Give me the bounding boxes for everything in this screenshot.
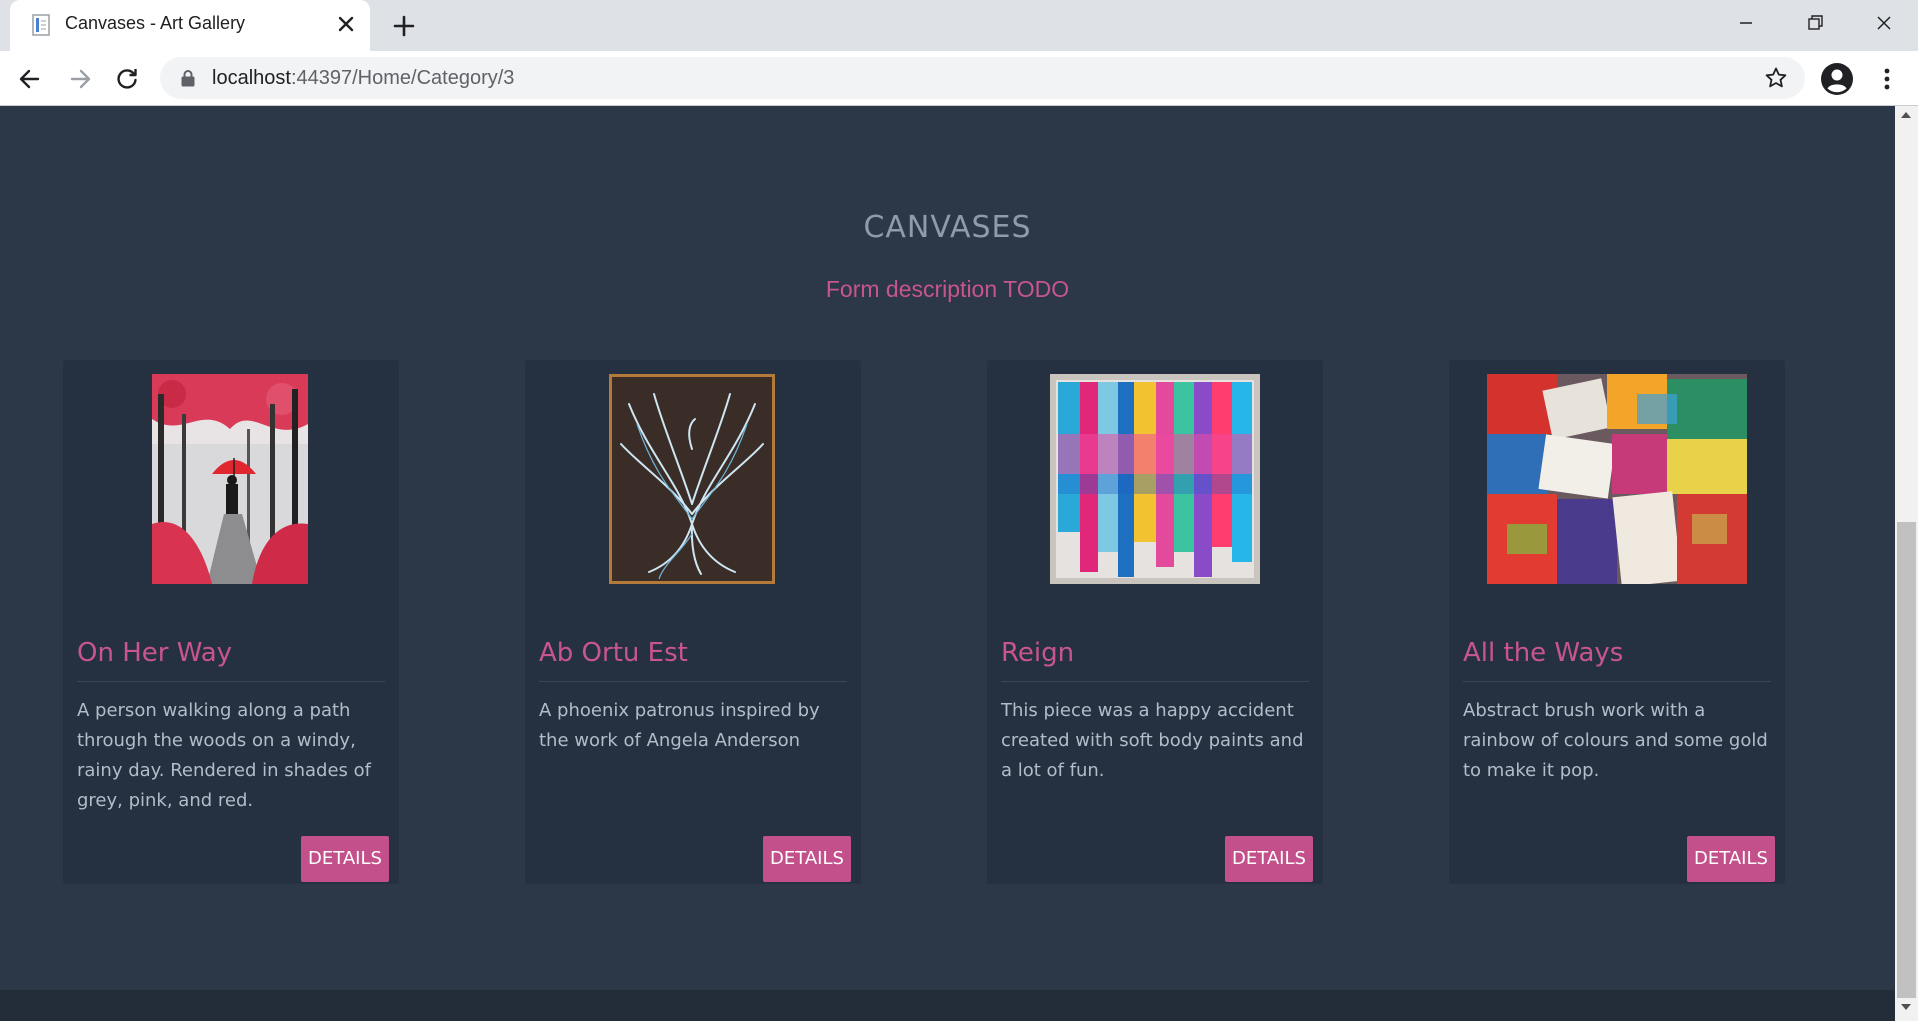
scroll-down-arrow-icon[interactable]: [1901, 1004, 1911, 1010]
page-description: Form description TODO: [825, 276, 1070, 302]
artwork-title[interactable]: On Her Way: [77, 638, 232, 668]
painting-phoenix[interactable]: [609, 374, 775, 584]
divider: [77, 681, 385, 682]
artwork-card: All the Ways Abstract brush work with a …: [1449, 360, 1785, 884]
profile-avatar-icon[interactable]: [1820, 62, 1854, 96]
reload-icon[interactable]: [113, 65, 141, 93]
artwork-title[interactable]: Ab Ortu Est: [539, 638, 688, 668]
artwork-card: Ab Ortu Est A phoenix patronus inspired …: [525, 360, 861, 884]
browser-toolbar: localhost:44397/Home/Category/3: [0, 51, 1918, 106]
browser-tab[interactable]: Canvases - Art Gallery: [10, 0, 370, 51]
tab-title: Canvases - Art Gallery: [65, 13, 246, 33]
address-bar[interactable]: localhost:44397/Home/Category/3: [160, 57, 1805, 99]
painting-woman-red-umbrella[interactable]: [152, 374, 308, 584]
artwork-card: Reign This piece was a happy accident cr…: [987, 360, 1323, 884]
back-arrow-icon[interactable]: [16, 65, 44, 93]
artwork-description: A phoenix patronus inspired by the work …: [539, 700, 820, 751]
details-button[interactable]: DETAILS: [1225, 836, 1313, 882]
scroll-up-arrow-icon[interactable]: [1901, 112, 1911, 118]
url-host: localhost: [212, 67, 291, 89]
document-icon: [32, 14, 50, 36]
vertical-scrollbar[interactable]: [1895, 106, 1918, 1021]
painting-abstract-brushwork[interactable]: [1487, 374, 1747, 584]
restore-icon[interactable]: [1797, 8, 1833, 38]
minimize-icon[interactable]: [1728, 8, 1764, 38]
page-content: CANVASES Form description TODO On Her Wa…: [0, 106, 1895, 1021]
close-icon[interactable]: [334, 12, 358, 36]
artwork-card: On Her Way A person walking along a path…: [63, 360, 399, 884]
footer: [0, 990, 1895, 1021]
divider: [1463, 681, 1771, 682]
details-button[interactable]: DETAILS: [1687, 836, 1775, 882]
lock-icon[interactable]: [180, 69, 196, 87]
details-button[interactable]: DETAILS: [301, 836, 389, 882]
details-button[interactable]: DETAILS: [763, 836, 851, 882]
url-path: :44397/Home/Category/3: [290, 67, 515, 89]
tab-strip: Canvases - Art Gallery: [0, 0, 1918, 51]
artwork-title[interactable]: Reign: [1001, 638, 1074, 668]
artwork-title[interactable]: All the Ways: [1463, 638, 1623, 668]
forward-arrow-icon[interactable]: [66, 65, 94, 93]
divider: [539, 681, 847, 682]
painting-rainbow-drips[interactable]: [1050, 374, 1260, 584]
artwork-description: Abstract brush work with a rainbow of co…: [1463, 700, 1768, 781]
page-title: CANVASES: [863, 210, 1032, 245]
kebab-menu-icon[interactable]: [1878, 65, 1896, 93]
url-text[interactable]: localhost:44397/Home/Category/3: [212, 67, 514, 90]
artwork-description: A person walking along a path through th…: [77, 700, 372, 811]
artwork-description: This piece was a happy accident created …: [1001, 700, 1304, 781]
scrollbar-thumb[interactable]: [1897, 522, 1916, 998]
bookmark-star-icon[interactable]: [1764, 66, 1788, 90]
divider: [1001, 681, 1309, 682]
new-tab-plus-icon[interactable]: [390, 12, 418, 40]
window-close-icon[interactable]: [1866, 8, 1902, 38]
